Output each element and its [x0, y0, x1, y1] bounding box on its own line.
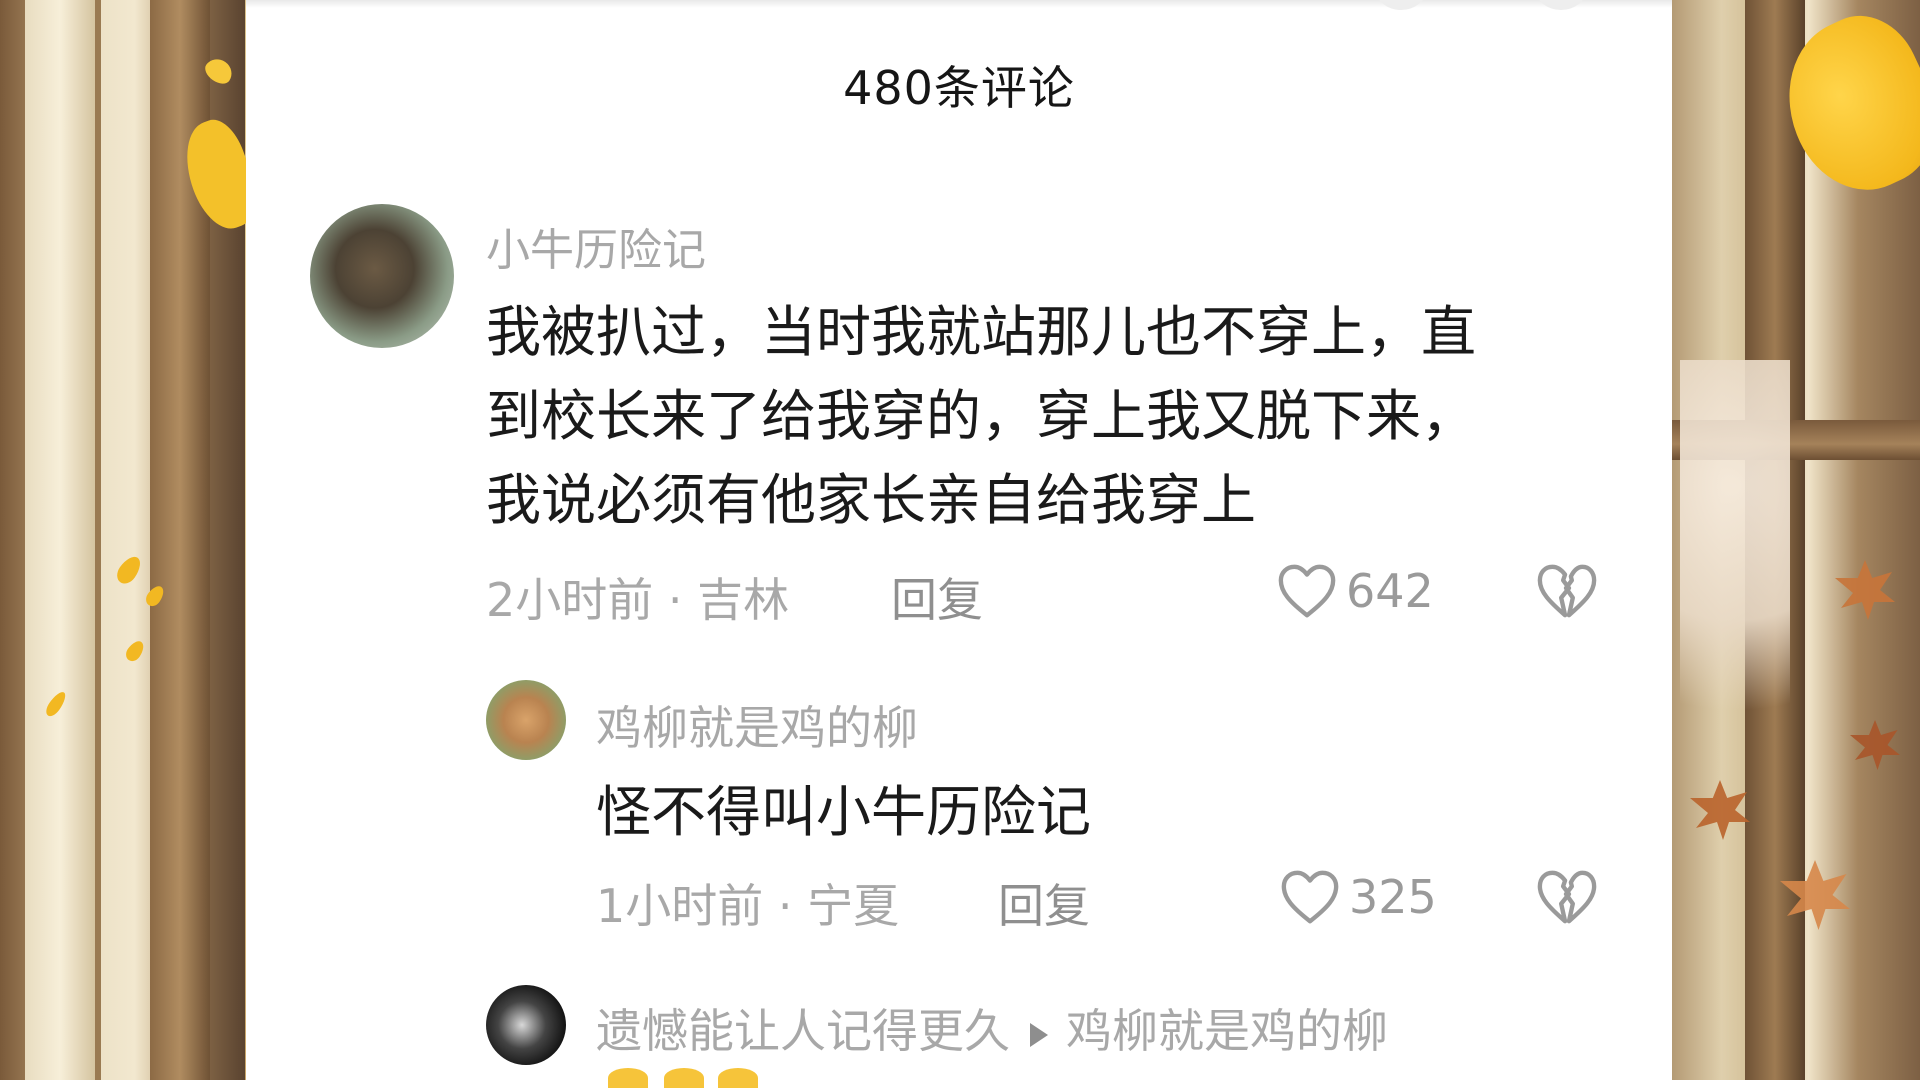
comment-count-title: 480条评论 — [843, 61, 1075, 115]
comment-username[interactable]: 小牛历险记 — [486, 214, 706, 278]
comment-meta: 2小时前 · 吉林 — [486, 573, 790, 627]
broken-heart-icon — [1537, 564, 1597, 618]
comment-text-line: 我说必须有他家长亲自给我穿上 — [486, 468, 1257, 532]
reply-button[interactable]: 回复 — [998, 870, 1090, 936]
like-count: 325 — [1349, 870, 1437, 924]
broken-heart-icon — [1537, 870, 1597, 924]
reply-button[interactable]: 回复 — [891, 564, 983, 630]
avatar[interactable] — [486, 985, 566, 1065]
top-edge — [246, 0, 1672, 8]
comment-meta: 1小时前 · 宁夏 — [596, 879, 900, 933]
reply-author[interactable]: 遗憾能让人记得更久 — [596, 1004, 1010, 1058]
dislike-button[interactable] — [1536, 868, 1598, 930]
heart-outline-icon — [1278, 564, 1336, 618]
heart-outline-icon — [1281, 870, 1339, 924]
triangle-right-icon — [1030, 1022, 1048, 1047]
like-button[interactable]: 642 — [1276, 562, 1434, 620]
comment-text: 怪不得叫小牛历险记 — [596, 770, 1091, 854]
blossom-decoration — [1680, 360, 1790, 780]
comment-username[interactable]: 遗憾能让人记得更久 鸡柳就是鸡的柳 — [596, 995, 1388, 1061]
avatar[interactable] — [486, 680, 566, 760]
comment-text: 我被扒过，当时我就站那儿也不穿上，直 到校长来了给我穿的，穿上我又脱下来， 我说… — [486, 290, 1476, 542]
comments-panel: 480条评论 小牛历险记 我被扒过，当时我就站那儿也不穿上，直 到校长来了给我穿… — [246, 0, 1672, 1088]
comment-text-line: 到校长来了给我穿的，穿上我又脱下来， — [486, 384, 1477, 448]
emoji-stub — [664, 1068, 704, 1088]
left-window-frame — [25, 0, 101, 1080]
comment-text-line: 怪不得叫小牛历险记 — [596, 780, 1092, 844]
like-count: 642 — [1346, 564, 1434, 618]
emoji-stub — [718, 1068, 758, 1088]
dislike-button[interactable] — [1536, 562, 1598, 624]
avatar[interactable] — [310, 204, 454, 348]
like-button[interactable]: 325 — [1279, 868, 1437, 926]
comment-username[interactable]: 鸡柳就是鸡的柳 — [596, 692, 918, 758]
reply-target[interactable]: 鸡柳就是鸡的柳 — [1066, 1004, 1388, 1058]
comment-text-line: 我被扒过，当时我就站那儿也不穿上，直 — [486, 300, 1477, 364]
emoji-stub — [608, 1068, 648, 1088]
